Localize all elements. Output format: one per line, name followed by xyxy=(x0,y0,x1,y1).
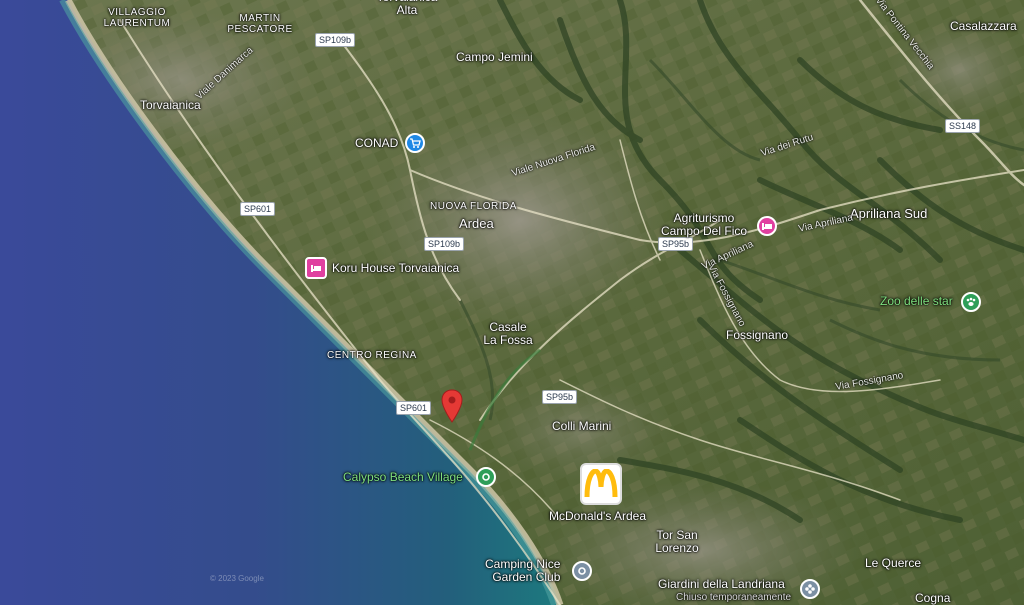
place-le-querce: Le Querce xyxy=(865,556,922,570)
satellite-map[interactable] xyxy=(0,0,1024,605)
place-centro-regina: CENTRO REGINA xyxy=(327,350,417,361)
place-torvaianica-alta: Torvaianica Alta xyxy=(377,0,438,18)
paw-icon[interactable] xyxy=(961,292,981,312)
place-cogna: Cogna xyxy=(915,591,951,605)
hotel-bed-icon[interactable] xyxy=(757,216,777,236)
poi-mcdonalds-label[interactable]: McDonald's Ardea xyxy=(549,509,646,523)
road-shield-ss148: SS148 xyxy=(945,119,981,133)
place-campo-jemini: Campo Jemini xyxy=(456,50,533,64)
place-fossignano: Fossignano xyxy=(726,328,789,342)
camping-pin-icon[interactable] xyxy=(572,561,592,581)
place-martin-pescatore: MARTIN PESCATORE xyxy=(227,13,293,35)
road-shield-sp109b-2: SP109b xyxy=(424,237,465,251)
poi-giardini-status: Chiuso temporaneamente xyxy=(676,592,792,603)
flower-icon[interactable] xyxy=(800,579,820,599)
road-shield-sp601: SP601 xyxy=(240,202,276,216)
park-pin-icon[interactable] xyxy=(476,467,496,487)
mcdonalds-logo-icon[interactable] xyxy=(580,463,622,505)
poi-agriturismo-label[interactable]: Agriturismo Campo Del Fico xyxy=(661,211,747,238)
poi-koru-house-label[interactable]: Koru House Torvaianica xyxy=(332,261,459,275)
location-pin-icon[interactable] xyxy=(440,389,464,423)
poi-giardini-label[interactable]: Giardini della Landriana xyxy=(658,577,785,591)
shopping-cart-icon[interactable] xyxy=(405,133,425,153)
poi-calypso-label[interactable]: Calypso Beach Village xyxy=(343,470,463,484)
place-tor-san-lorenzo: Tor San Lorenzo xyxy=(655,528,699,556)
place-nuova-florida: NUOVA FLORIDA xyxy=(430,201,517,212)
poi-camping-label[interactable]: Camping Nice Garden Club xyxy=(485,557,560,584)
road-shield-sp95b-2: SP95b xyxy=(542,390,578,404)
place-casalazzara: Casalazzara xyxy=(950,19,1017,33)
place-torvaianica: Torvaianica xyxy=(140,98,201,112)
place-ardea: Ardea xyxy=(459,216,494,231)
road-shield-sp95b: SP95b xyxy=(658,237,694,251)
road-shield-sp601-2: SP601 xyxy=(396,401,432,415)
poi-conad-label[interactable]: CONAD xyxy=(355,136,398,150)
place-villaggio-laurentum: VILLAGGIO LAURENTUM xyxy=(103,7,171,29)
poi-zoo-label[interactable]: Zoo delle star xyxy=(880,294,953,308)
place-colli-marini: Colli Marini xyxy=(552,419,612,433)
hotel-bed-icon[interactable] xyxy=(305,257,327,279)
place-apriliana-sud: Apriliana Sud xyxy=(850,206,928,221)
place-casale-la-fossa: Casale La Fossa xyxy=(483,320,533,348)
road-shield-sp109b: SP109b xyxy=(315,33,356,47)
map-watermark: © 2023 Google xyxy=(210,574,264,583)
